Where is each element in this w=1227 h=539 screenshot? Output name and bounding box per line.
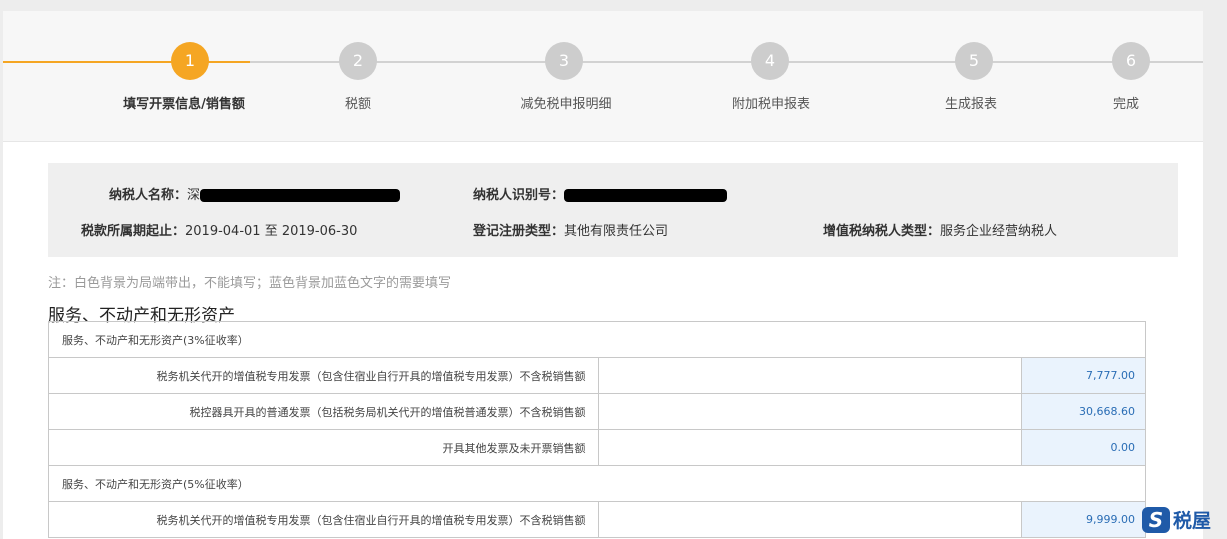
step-2-label: 税额: [344, 97, 372, 112]
amount-input[interactable]: 0.00: [1021, 429, 1146, 466]
readonly-cell: [598, 429, 1023, 466]
sales-table: 服务、不动产和无形资产(3%征收率） 税务机关代开的增值税专用发票（包含住宿业自…: [47, 321, 1146, 538]
step-3-circle[interactable]: 3: [545, 42, 583, 80]
progress-stepper: 1 2 3 4 5 6 填写开票信息/销售额 税额 减免税申报明细 附加税申报表…: [3, 11, 1203, 142]
step-6-circle[interactable]: 6: [1112, 42, 1150, 80]
group-title: 服务、不动产和无形资产(3%征收率）: [48, 321, 1146, 358]
step-2-circle[interactable]: 2: [339, 42, 377, 80]
table-row: 税务机关代开的增值税专用发票（包含住宿业自行开具的增值税专用发票）不含税销售额 …: [47, 357, 1146, 394]
declaration-page: 1 2 3 4 5 6 填写开票信息/销售额 税额 减免税申报明细 附加税申报表…: [3, 11, 1203, 539]
table-row: 开具其他发票及未开票销售额 0.00: [47, 429, 1146, 466]
readonly-cell: [598, 357, 1023, 394]
taxpayer-name-label: 纳税人名称：: [109, 188, 188, 203]
step-4-circle[interactable]: 4: [751, 42, 789, 80]
redaction-bar: [564, 189, 728, 202]
stepper-line-active: [3, 61, 250, 63]
taxpayer-name: 纳税人名称：深: [109, 184, 401, 203]
vat-taxpayer-type: 增值税纳税人类型：服务企业经营纳税人: [823, 220, 1057, 239]
redaction-bar: [200, 189, 401, 202]
logo-s-icon: S: [1142, 506, 1170, 533]
tax-period: 税款所属期起止：2019-04-01 至 2019-06-30: [81, 220, 357, 239]
amount-input[interactable]: 7,777.00: [1021, 357, 1146, 394]
fill-note: 注：白色背景为局端带出，不能填写；蓝色背景加蓝色文字的需要填写: [48, 276, 452, 291]
taxpayer-name-value: 深: [187, 188, 201, 203]
table-row: 税控器具开具的普通发票（包括税务局机关代开的增值税普通发票）不含税销售额 30,…: [47, 393, 1146, 430]
vat-taxpayer-type-value: 服务企业经营纳税人: [940, 224, 1058, 239]
group-row-3pct: 服务、不动产和无形资产(3%征收率）: [48, 321, 1146, 358]
step-5-label: 生成报表: [944, 97, 998, 112]
taxpayer-info-box: 纳税人名称：深 纳税人识别号： 税款所属期起止：2019-04-01 至 201…: [48, 163, 1178, 257]
step-4-label: 附加税申报表: [731, 97, 811, 112]
shuiwu-logo: S 税屋: [1142, 506, 1211, 533]
group-title: 服务、不动产和无形资产(5%征收率）: [48, 465, 1146, 502]
registration-type: 登记注册类型：其他有限责任公司: [473, 220, 668, 239]
tax-period-value: 2019-04-01 至 2019-06-30: [185, 224, 358, 239]
row-label: 税控器具开具的普通发票（包括税务局机关代开的增值税普通发票）不含税销售额: [47, 393, 600, 430]
registration-type-value: 其他有限责任公司: [564, 224, 669, 239]
step-5-circle[interactable]: 5: [955, 42, 993, 80]
readonly-cell: [598, 501, 1023, 538]
taxpayer-id: 纳税人识别号：: [473, 184, 728, 203]
row-label: 开具其他发票及未开票销售额: [47, 429, 600, 466]
tax-period-label: 税款所属期起止：: [81, 224, 186, 239]
logo-text: 税屋: [1173, 510, 1212, 532]
row-label: 税务机关代开的增值税专用发票（包含住宿业自行开具的增值税专用发票）不含税销售额: [47, 501, 600, 538]
stepper-line: [250, 61, 1203, 63]
table-row: 税务机关代开的增值税专用发票（包含住宿业自行开具的增值税专用发票）不含税销售额 …: [47, 501, 1146, 538]
readonly-cell: [598, 393, 1023, 430]
registration-type-label: 登记注册类型：: [473, 224, 565, 239]
row-label: 税务机关代开的增值税专用发票（包含住宿业自行开具的增值税专用发票）不含税销售额: [47, 357, 600, 394]
taxpayer-id-label: 纳税人识别号：: [473, 188, 565, 203]
step-6-label: 完成: [1112, 97, 1140, 112]
amount-input[interactable]: 9,999.00: [1021, 501, 1146, 538]
vat-taxpayer-type-label: 增值税纳税人类型：: [823, 224, 941, 239]
step-1-circle[interactable]: 1: [171, 42, 209, 80]
step-3-label: 减免税申报明细: [520, 97, 612, 112]
step-1-label: 填写开票信息/销售额: [123, 97, 245, 112]
amount-input[interactable]: 30,668.60: [1021, 393, 1146, 430]
group-row-5pct: 服务、不动产和无形资产(5%征收率）: [48, 465, 1146, 502]
